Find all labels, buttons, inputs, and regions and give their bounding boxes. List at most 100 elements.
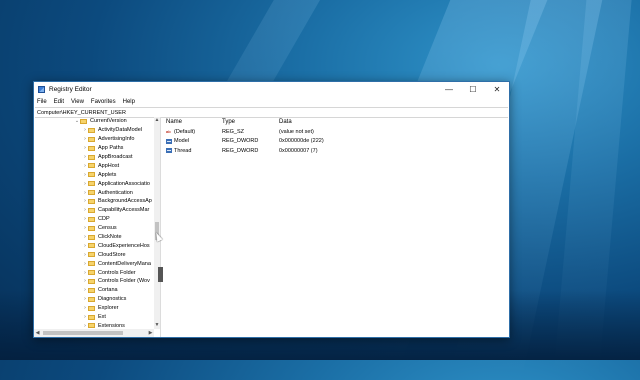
tree-node-currentversion[interactable]: ⌄ CurrentVersion [34,117,154,126]
folder-open-icon [80,118,87,124]
tree-node-label: BackgroundAccessAp [98,198,152,205]
menu-favorites[interactable]: Favorites [91,99,116,105]
tree-node[interactable]: › CDP [34,215,154,224]
binary-value-icon [166,148,172,154]
tree-node[interactable]: › Cortana [34,286,154,295]
tree-node-label: CloudExperienceHos [98,242,150,249]
tree-node[interactable]: › ContentDeliveryMana [34,259,154,268]
tree-node-label: Explorer [98,305,119,312]
tree-node[interactable]: › Explorer [34,304,154,313]
folder-icon [88,127,95,133]
tree-node[interactable]: › Applets [34,170,154,179]
menu-bar: File Edit View Favorites Help [34,97,509,107]
tree-node-label: CapabilityAccessMar [98,207,150,214]
folder-icon [88,234,95,240]
tree-node[interactable]: › Authentication [34,188,154,197]
tree-node-label: AdvertisingInfo [98,136,135,143]
scroll-left-icon[interactable]: ◀ [34,329,41,337]
menu-file[interactable]: File [37,99,47,105]
tree-node-label: Authentication [98,189,133,196]
tree-vertical-scrollbar[interactable]: ▲ ▼ [154,117,160,329]
tree-node[interactable]: › Census [34,224,154,233]
tree-node-label: Controls Folder [98,269,136,276]
tree-node[interactable]: › Ext [34,313,154,322]
scroll-down-icon[interactable]: ▼ [154,322,160,329]
tree-node-label: Cortana [98,287,118,294]
tree-node[interactable]: › Controls Folder [34,268,154,277]
folder-icon [88,216,95,222]
scroll-up-icon[interactable]: ▲ [154,117,160,124]
value-row[interactable]: Model REG_DWORD 0x000000de (222) [161,137,509,147]
string-value-icon: ab [166,129,171,135]
folder-icon [88,323,95,329]
tree-node-label: Controls Folder (Wov [98,278,150,285]
maximize-button[interactable]: ☐ [461,82,485,97]
folder-icon [88,296,95,302]
binary-value-icon [166,138,172,144]
scroll-thumb[interactable] [43,331,123,335]
folder-icon [88,314,95,320]
menu-edit[interactable]: Edit [54,99,64,105]
registry-editor-window: Registry Editor — ☐ ✕ File Edit View Fav… [33,81,510,338]
value-type: REG_DWORD [222,138,259,145]
tree-node[interactable]: › CapabilityAccessMar [34,206,154,215]
tree-node-label: AppHost [98,162,120,169]
tree-node-label: CloudStore [98,251,126,258]
window-title: Registry Editor [49,86,92,93]
folder-icon [88,261,95,267]
tree-node[interactable]: › ClickNote [34,233,154,242]
folder-icon [88,270,95,276]
editor-panes: ⌄ CurrentVersion › ActivityDataModel › Adve… [34,117,509,337]
column-header-data[interactable]: Data [279,119,509,125]
folder-icon [88,225,95,231]
scroll-right-icon[interactable]: ▶ [147,329,154,337]
tree-node[interactable]: › Diagnostics [34,295,154,304]
value-row[interactable]: ab (Default) REG_SZ (value not set) [161,127,509,137]
folder-icon [88,252,95,258]
tree-node-label: ActivityDataModel [98,127,143,134]
close-button[interactable]: ✕ [485,82,509,97]
tree-node[interactable]: › ActivityDataModel [34,126,154,135]
value-type: REG_SZ [222,128,245,135]
value-data: 0x00000007 (7) [279,147,318,154]
tree-node[interactable]: › CloudStore [34,250,154,259]
folder-icon [88,172,95,178]
folder-icon [88,198,95,204]
value-name-cell: Model [161,138,222,144]
value-name-cell: ab (Default) [161,129,222,135]
menu-help[interactable]: Help [123,99,135,105]
title-bar[interactable]: Registry Editor — ☐ ✕ [34,82,509,97]
minimize-button[interactable]: — [437,82,461,97]
tree-node[interactable]: › Controls Folder (Wov [34,277,154,286]
value-data: 0x000000de (222) [279,138,324,145]
folder-icon [88,145,95,151]
tree-node[interactable]: › CloudExperienceHos [34,241,154,250]
values-pane: Name Type Data ab (Default) REG_SZ (value n… [161,117,509,337]
folder-icon [88,278,95,284]
column-header-type[interactable]: Type [222,119,279,125]
key-tree: ⌄ CurrentVersion › ActivityDataModel › Adve… [34,117,154,329]
value-name: (Default) [174,128,196,135]
menu-view[interactable]: View [71,99,84,105]
registry-editor-icon [38,86,45,93]
tree-node-label: CDP [98,216,110,223]
tree-node[interactable]: › AppHost [34,161,154,170]
value-name-cell: Thread [161,148,222,154]
folder-icon [88,207,95,213]
tree-node[interactable]: › App Paths [34,144,154,153]
value-type: REG_DWORD [222,147,259,154]
folder-icon [88,287,95,293]
tree-node[interactable]: › AppBroadcast [34,153,154,162]
tree-node-label: Ext [98,314,106,321]
tree-node-label: ApplicationAssociatio [98,180,150,187]
value-row[interactable]: Thread REG_DWORD 0x00000007 (7) [161,146,509,156]
tree-node-label: Diagnostics [98,296,127,303]
tree-node[interactable]: › AdvertisingInfo [34,135,154,144]
tree-node[interactable]: › BackgroundAccessAp [34,197,154,206]
tree-horizontal-scrollbar[interactable]: ◀ ▶ [34,329,154,337]
tree-node[interactable]: › ApplicationAssociatio [34,179,154,188]
column-header-name[interactable]: Name [161,119,222,125]
tree-node-label: Applets [98,171,117,178]
folder-icon [88,181,95,187]
tree-node[interactable]: › Extensions [34,321,154,329]
